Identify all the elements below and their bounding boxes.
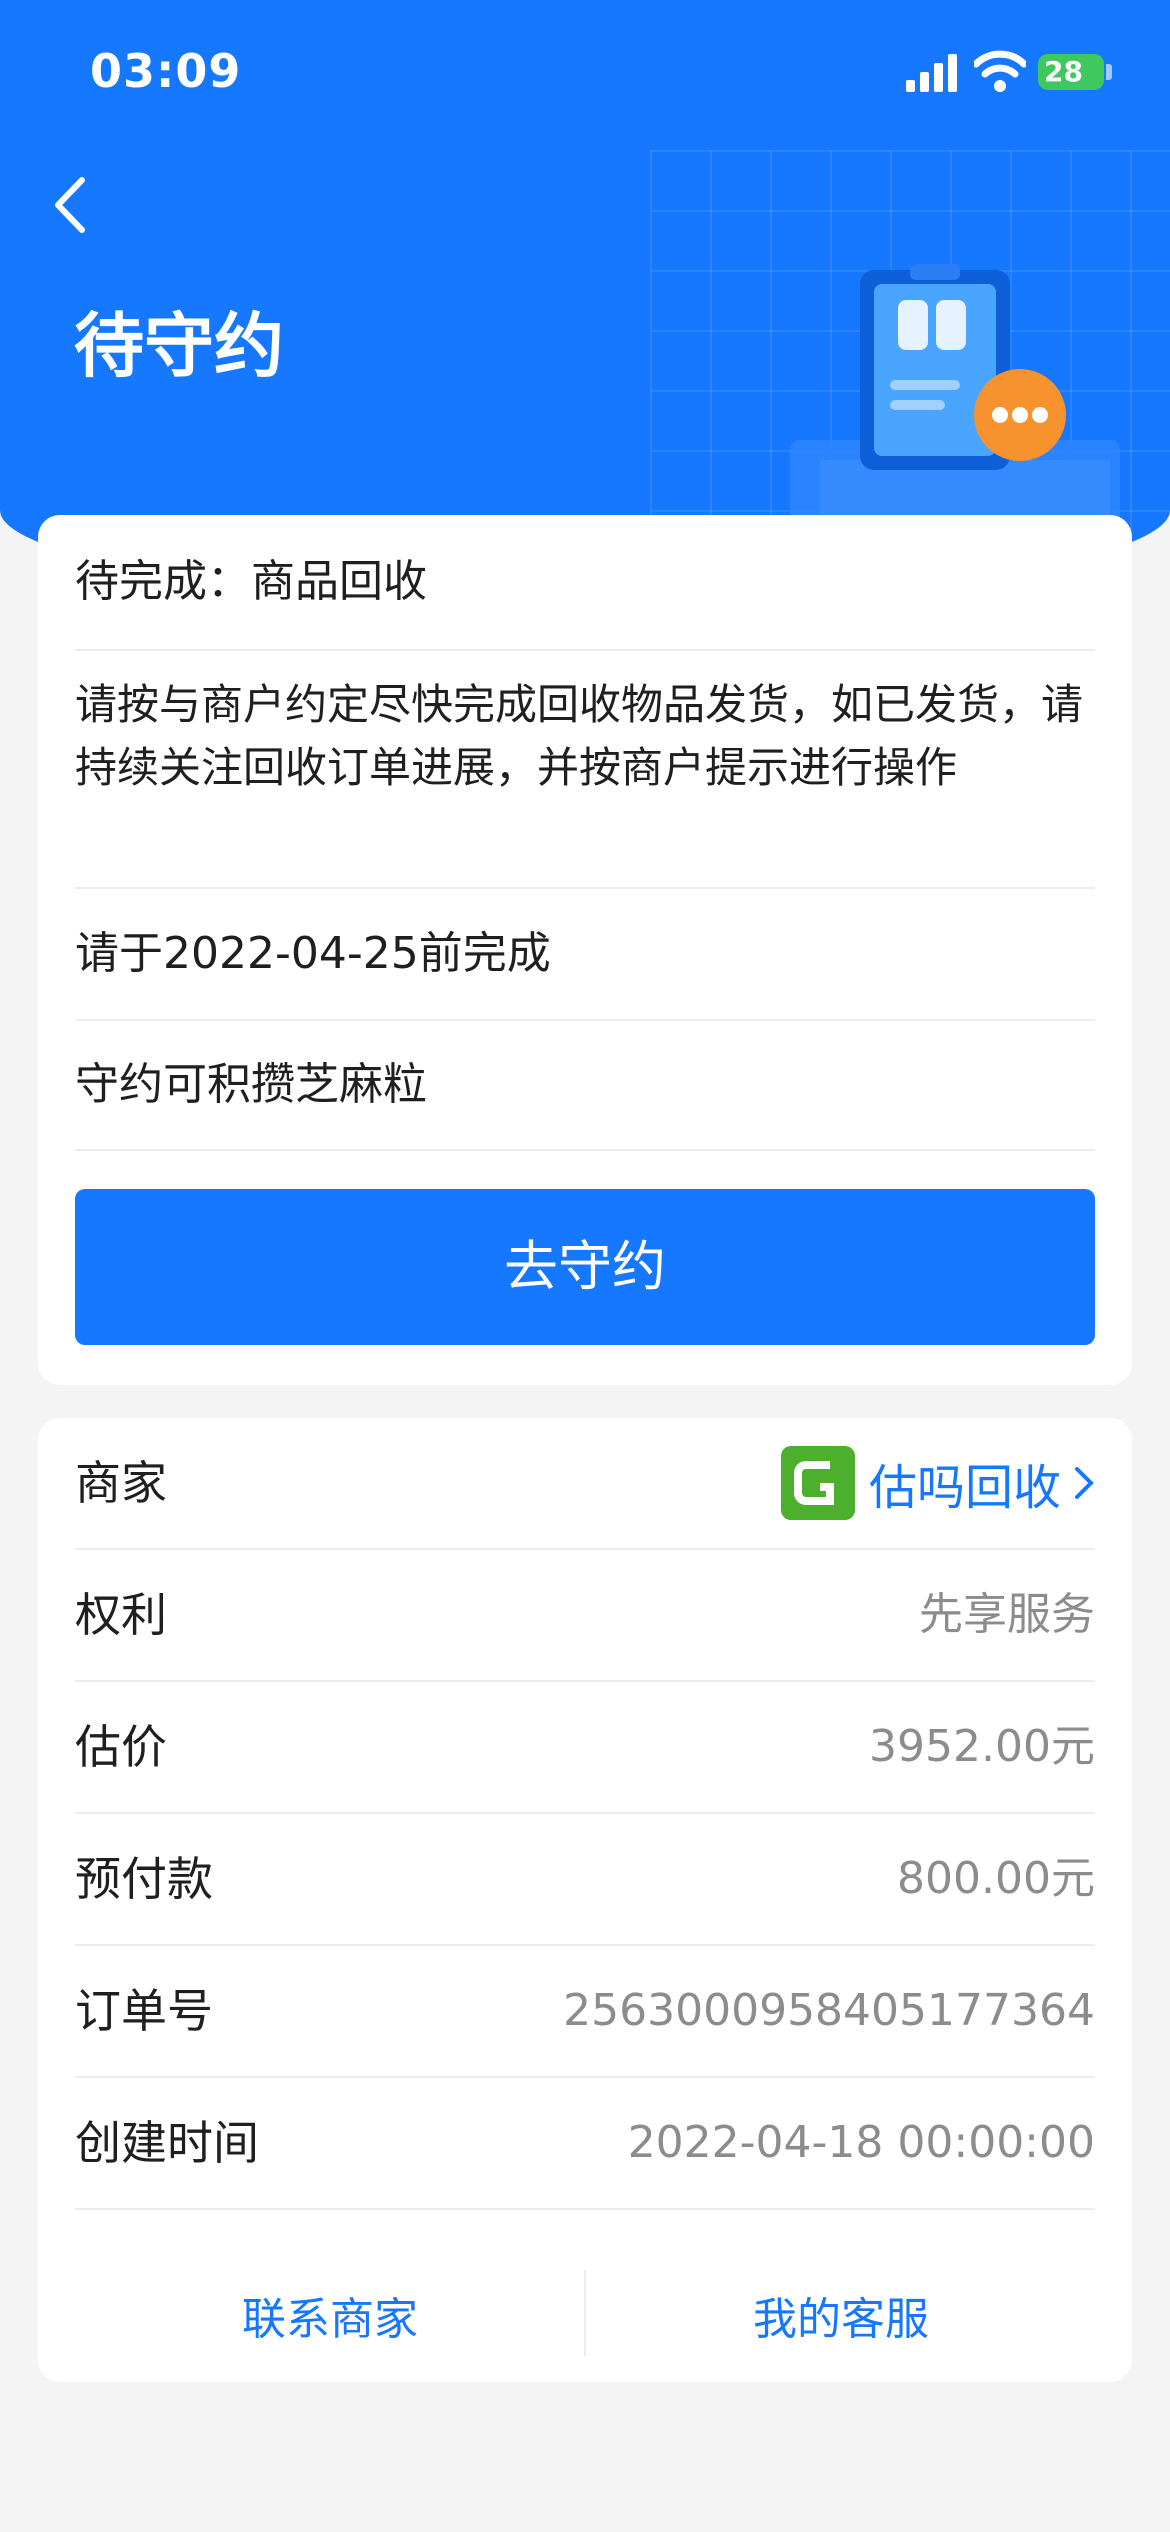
created-time-label: 创建时间 (75, 2116, 259, 2170)
cellular-signal-icon (906, 54, 957, 92)
chevron-right-icon (1075, 1467, 1094, 1499)
order-number-value: 2563000958405177364 (563, 1985, 1095, 2036)
merchant-name: 估吗回收 (868, 1460, 1061, 1516)
rights-row: 权利 先享服务 (75, 1550, 1095, 1682)
prepay-label: 预付款 (75, 1852, 213, 1906)
battery-indicator: 28 (1038, 54, 1104, 90)
merchant-logo (780, 1446, 855, 1520)
status-time: 03:09 (90, 44, 242, 98)
battery-cap (1106, 64, 1112, 80)
rights-label: 权利 (75, 1588, 167, 1642)
order-number-row: 订单号 2563000958405177364 (75, 1946, 1095, 2078)
instruction-text: 请按与商户约定尽快完成回收物品发货，如已发货，请持续关注回收订单进展，并按商户提… (75, 680, 1084, 792)
wifi-icon (974, 50, 1026, 92)
merchant-label: 商家 (75, 1456, 167, 1510)
reward-text: 守约可积攒芝麻粒 (75, 1059, 427, 1110)
prepay-value: 800.00元 (897, 1853, 1095, 1904)
created-time-value: 2022-04-18 00:00:00 (627, 2117, 1095, 2168)
pending-label: 待完成：商品回收 (75, 556, 427, 607)
merchant-logo-icon (793, 1461, 834, 1505)
prepay-row: 预付款 800.00元 (75, 1814, 1095, 1946)
back-arrow-icon[interactable] (44, 170, 104, 240)
instruction-row: 请按与商户约定尽快完成回收物品发货，如已发货，请持续关注回收订单进展，并按商户提… (75, 651, 1095, 889)
deadline-row: 请于2022-04-25前完成 (75, 889, 1095, 1021)
rights-value: 先享服务 (919, 1589, 1095, 1640)
battery-level: 28 (1044, 55, 1083, 88)
status-bar: 03:09 28 (0, 0, 1170, 140)
estimate-value: 3952.00元 (869, 1721, 1095, 1772)
task-card: 待完成：商品回收 请按与商户约定尽快完成回收物品发货，如已发货，请持续关注回收订… (38, 515, 1132, 1385)
merchant-link[interactable]: 估吗回收 (780, 1418, 1095, 1548)
reward-row: 守约可积攒芝麻粒 (75, 1021, 1095, 1151)
created-time-row: 创建时间 2022-04-18 00:00:00 (75, 2078, 1095, 2210)
contact-merchant-link[interactable]: 联系商家 (75, 2270, 585, 2370)
my-customer-service-link[interactable]: 我的客服 (586, 2270, 1096, 2370)
fulfill-contract-button[interactable]: 去守约 (75, 1189, 1095, 1345)
order-details-card: 商家 估吗回收 权利 先享服务 估价 3952.00元 预付款 800.00元 … (38, 1418, 1132, 2382)
contract-illustration-icon (790, 264, 1120, 520)
merchant-row: 商家 估吗回收 (75, 1418, 1095, 1550)
page-title: 待守约 (74, 305, 284, 387)
deadline-text: 请于2022-04-25前完成 (75, 928, 551, 979)
estimate-row: 估价 3952.00元 (75, 1682, 1095, 1814)
estimate-label: 估价 (75, 1720, 167, 1774)
order-number-label: 订单号 (75, 1984, 213, 2038)
pending-row: 待完成：商品回收 (75, 515, 1095, 651)
